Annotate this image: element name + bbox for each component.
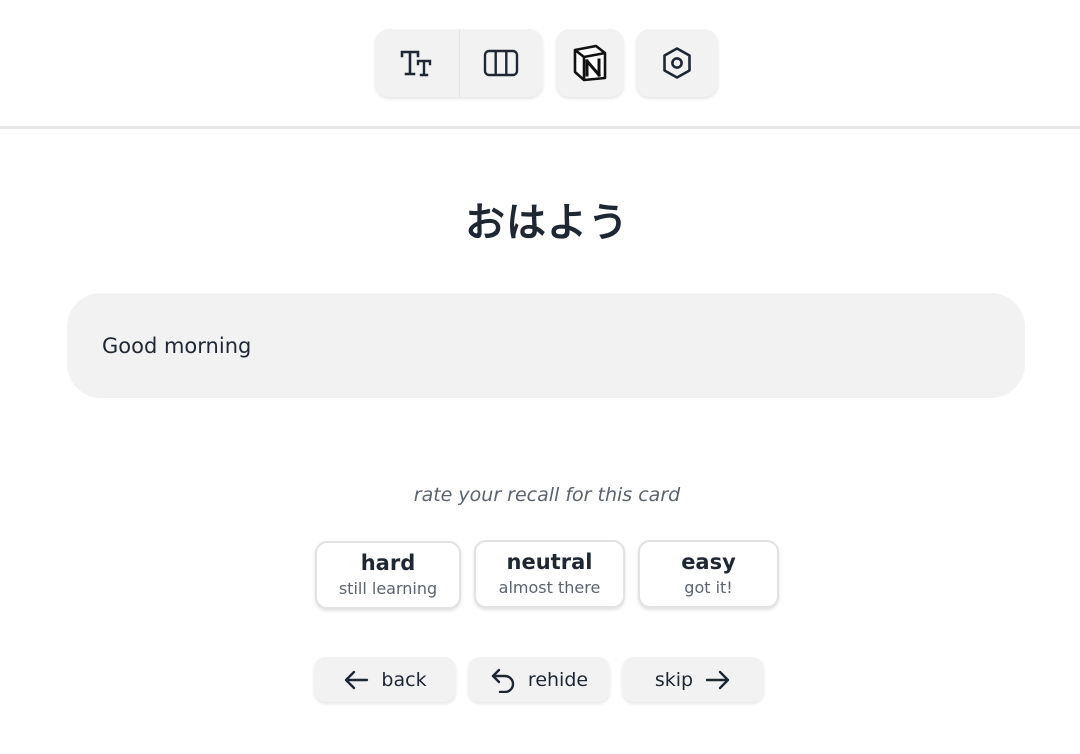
skip-label: skip bbox=[654, 668, 694, 691]
rate-easy-label: easy bbox=[681, 550, 736, 574]
view-options-group bbox=[375, 29, 543, 97]
rating-prompt: rate your recall for this card bbox=[413, 484, 681, 506]
columns-button[interactable] bbox=[458, 29, 544, 97]
toolbar bbox=[0, 0, 1080, 129]
undo-icon bbox=[490, 667, 516, 693]
notion-icon bbox=[572, 44, 608, 82]
arrow-right-icon bbox=[705, 669, 731, 691]
rate-easy-button[interactable]: easy got it! bbox=[638, 540, 779, 608]
rehide-label: rehide bbox=[527, 668, 589, 691]
notion-button[interactable] bbox=[556, 29, 624, 97]
font-size-icon bbox=[400, 48, 434, 78]
back-label: back bbox=[381, 668, 427, 691]
settings-button[interactable] bbox=[636, 29, 718, 97]
card-term: おはよう bbox=[465, 200, 629, 246]
skip-button[interactable]: skip bbox=[622, 657, 764, 702]
card-answer-text: Good morning bbox=[102, 333, 252, 358]
rate-neutral-button[interactable]: neutral almost there bbox=[474, 540, 625, 608]
rate-hard-label: hard bbox=[360, 551, 416, 575]
columns-icon bbox=[483, 48, 519, 78]
rate-easy-sublabel: got it! bbox=[684, 578, 733, 597]
card-answer: Good morning bbox=[67, 293, 1025, 398]
rate-hard-button[interactable]: hard still learning bbox=[315, 541, 461, 609]
rate-hard-sublabel: still learning bbox=[338, 579, 438, 598]
arrow-left-icon bbox=[343, 669, 369, 691]
settings-group bbox=[636, 29, 718, 97]
rehide-button[interactable]: rehide bbox=[468, 657, 610, 702]
back-button[interactable]: back bbox=[314, 657, 456, 702]
settings-icon bbox=[661, 46, 693, 80]
rate-neutral-sublabel: almost there bbox=[498, 578, 601, 597]
notion-group bbox=[556, 29, 624, 97]
rate-neutral-label: neutral bbox=[506, 550, 593, 574]
font-size-button[interactable] bbox=[375, 29, 459, 97]
flashcard-page: おはよう Good morning rate your recall for t… bbox=[0, 0, 1080, 754]
